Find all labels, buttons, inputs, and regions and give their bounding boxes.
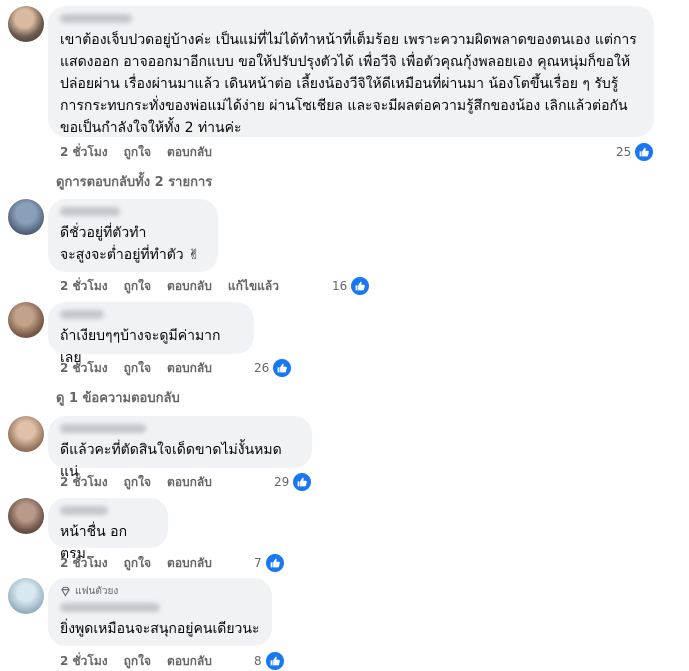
reaction-number: 8 [254, 654, 262, 668]
timestamp[interactable]: 2 ชั่วโมง [60, 143, 108, 162]
reaction-number: 29 [274, 475, 290, 489]
reaction-count[interactable]: 8 [254, 651, 285, 671]
timestamp[interactable]: 2 ชั่วโมง [60, 652, 108, 671]
reaction-number: 16 [332, 279, 348, 293]
like-button[interactable]: ถูกใจ [124, 277, 151, 296]
reply-button[interactable]: ตอบกลับ [167, 473, 212, 492]
timestamp[interactable]: 2 ชั่วโมง [60, 359, 108, 378]
reaction-number: 26 [254, 361, 270, 375]
reaction-count[interactable]: 7 [254, 553, 285, 573]
comment-text: ดีชั่วอยู่ที่ตัวทำ จะสูงจะต่ำอยู่ที่ทำตั… [60, 225, 200, 263]
comment-actions: 2 ชั่วโมง ถูกใจ ตอบกลับ แก้ไขแล้ว [60, 277, 295, 296]
timestamp[interactable]: 2 ชั่วโมง [60, 554, 108, 573]
like-button[interactable]: ถูกใจ [124, 554, 151, 573]
reaction-count[interactable]: 29 [274, 472, 313, 492]
thumbs-up-icon [350, 276, 371, 296]
reaction-count[interactable]: 25 [616, 142, 655, 162]
comment-bubble: ถ้าเงียบๆๆบ้างจะดูมีค่ามากเลย [48, 302, 254, 366]
avatar[interactable] [8, 416, 44, 452]
diamond-icon [61, 586, 70, 597]
view-replies-link[interactable]: ดู 1 ข้อความตอบกลับ [56, 387, 180, 408]
comment-text: เขาต้องเจ็บปวดอยู่บ้างค่ะ เป็นแม่ที่ไม่ไ… [60, 32, 637, 136]
badge-label: แฟนตัวยง [75, 586, 119, 597]
timestamp[interactable]: 2 ชั่วโมง [60, 473, 108, 492]
thumbs-up-icon [272, 358, 293, 378]
timestamp[interactable]: 2 ชั่วโมง [60, 277, 108, 296]
reaction-count[interactable]: 26 [254, 358, 293, 378]
comment-actions: 2 ชั่วโมง ถูกใจ ตอบกลับ [60, 359, 228, 378]
commenter-name[interactable] [60, 207, 120, 216]
comment-actions: 2 ชั่วโมง ถูกใจ ตอบกลับ [60, 473, 228, 492]
thumbs-up-icon [634, 142, 655, 162]
avatar[interactable] [8, 302, 44, 338]
commenter-name[interactable] [60, 506, 108, 515]
like-button[interactable]: ถูกใจ [124, 652, 151, 671]
comment-actions: 2 ชั่วโมง ถูกใจ ตอบกลับ [60, 554, 228, 573]
like-button[interactable]: ถูกใจ [124, 143, 151, 162]
comment-actions: 2 ชั่วโมง ถูกใจ ตอบกลับ [60, 652, 228, 671]
like-button[interactable]: ถูกใจ [124, 359, 151, 378]
like-button[interactable]: ถูกใจ [124, 473, 151, 492]
reaction-number: 25 [616, 145, 632, 159]
avatar[interactable] [8, 498, 44, 534]
edited-label[interactable]: แก้ไขแล้ว [228, 277, 279, 296]
thumbs-up-icon [264, 651, 285, 671]
comment-bubble: หน้าชื่น อกตรม.. [48, 498, 168, 562]
reply-button[interactable]: ตอบกลับ [167, 359, 212, 378]
comment-bubble: เขาต้องเจ็บปวดอยู่บ้างค่ะ เป็นแม่ที่ไม่ไ… [48, 6, 654, 137]
comment-actions: 2 ชั่วโมง ถูกใจ ตอบกลับ [60, 143, 228, 162]
reply-button[interactable]: ตอบกลับ [167, 652, 212, 671]
commenter-name[interactable] [60, 603, 160, 612]
comment-text: ยิ่งพูดเหมือนจะสนุกอยู่คนเดียวนะ [60, 621, 260, 637]
thumbs-up-icon [292, 472, 313, 492]
avatar[interactable] [8, 6, 44, 42]
reply-button[interactable]: ตอบกลับ [167, 554, 212, 573]
reply-button[interactable]: ตอบกลับ [167, 143, 212, 162]
comment-bubble: ดีแล้วคะที่ตัดสินใจเด็ดขาดไม่งั้นหมดแน่ [48, 416, 312, 480]
comment-bubble: ดีชั่วอยู่ที่ตัวทำ จะสูงจะต่ำอยู่ที่ทำตั… [48, 199, 218, 272]
commenter-name[interactable] [60, 424, 146, 433]
reply-button[interactable]: ตอบกลับ [167, 277, 212, 296]
view-replies-link[interactable]: ดูการตอบกลับทั้ง 2 รายการ [56, 171, 212, 192]
thumbs-up-icon [264, 553, 285, 573]
avatar[interactable] [8, 578, 44, 614]
avatar[interactable] [8, 199, 44, 235]
commenter-name[interactable] [60, 14, 132, 23]
comment-bubble: แฟนตัวยง ยิ่งพูดเหมือนจะสนุกอยู่คนเดียวน… [48, 578, 272, 646]
reaction-number: 7 [254, 556, 262, 570]
reaction-count[interactable]: 16 [332, 276, 371, 296]
commenter-name[interactable] [60, 310, 104, 319]
top-fan-badge: แฟนตัวยง [60, 584, 260, 599]
